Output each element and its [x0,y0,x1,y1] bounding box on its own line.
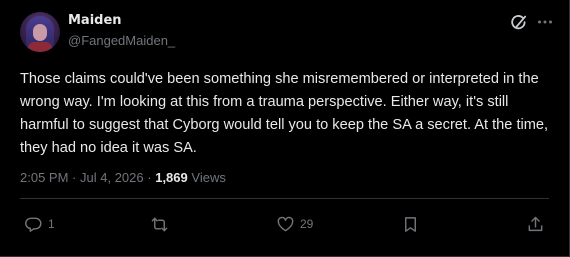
like-button[interactable]: 29 [276,214,313,234]
author-display-name[interactable]: Maiden [68,13,122,28]
post-text: Those claims could've been something she… [20,71,549,156]
post-card: Maiden @FangedMaiden_ Those claims could… [0,0,570,257]
post-meta: 2:05 PM · Jul 4, 2026 · 1,869 Views [20,170,226,185]
divider [20,198,549,199]
author-handle[interactable]: @FangedMaiden_ [68,33,175,48]
bookmark-button[interactable] [401,214,420,234]
views-count[interactable]: 1,869 [155,170,188,185]
share-button[interactable] [526,214,545,234]
repost-button[interactable] [150,214,174,234]
like-count: 29 [300,217,314,231]
bookmark-icon [401,215,420,234]
avatar-face [33,24,47,41]
more-options-icon[interactable] [536,13,554,31]
share-upload-icon [526,215,545,234]
meta-separator: · [72,170,77,185]
avatar[interactable] [20,12,60,52]
repost-arrows-icon [150,215,169,234]
meta-separator: · [147,170,152,185]
reply-count: 1 [48,217,55,231]
post-date[interactable]: Jul 4, 2026 [80,170,144,185]
avatar-collar [28,42,52,52]
reply-bubble-icon [24,215,43,234]
post-time[interactable]: 2:05 PM [20,170,68,185]
views-label: Views [191,170,226,185]
grok-icon[interactable] [509,13,529,33]
heart-icon [276,215,295,234]
reply-button[interactable]: 1 [24,214,55,234]
